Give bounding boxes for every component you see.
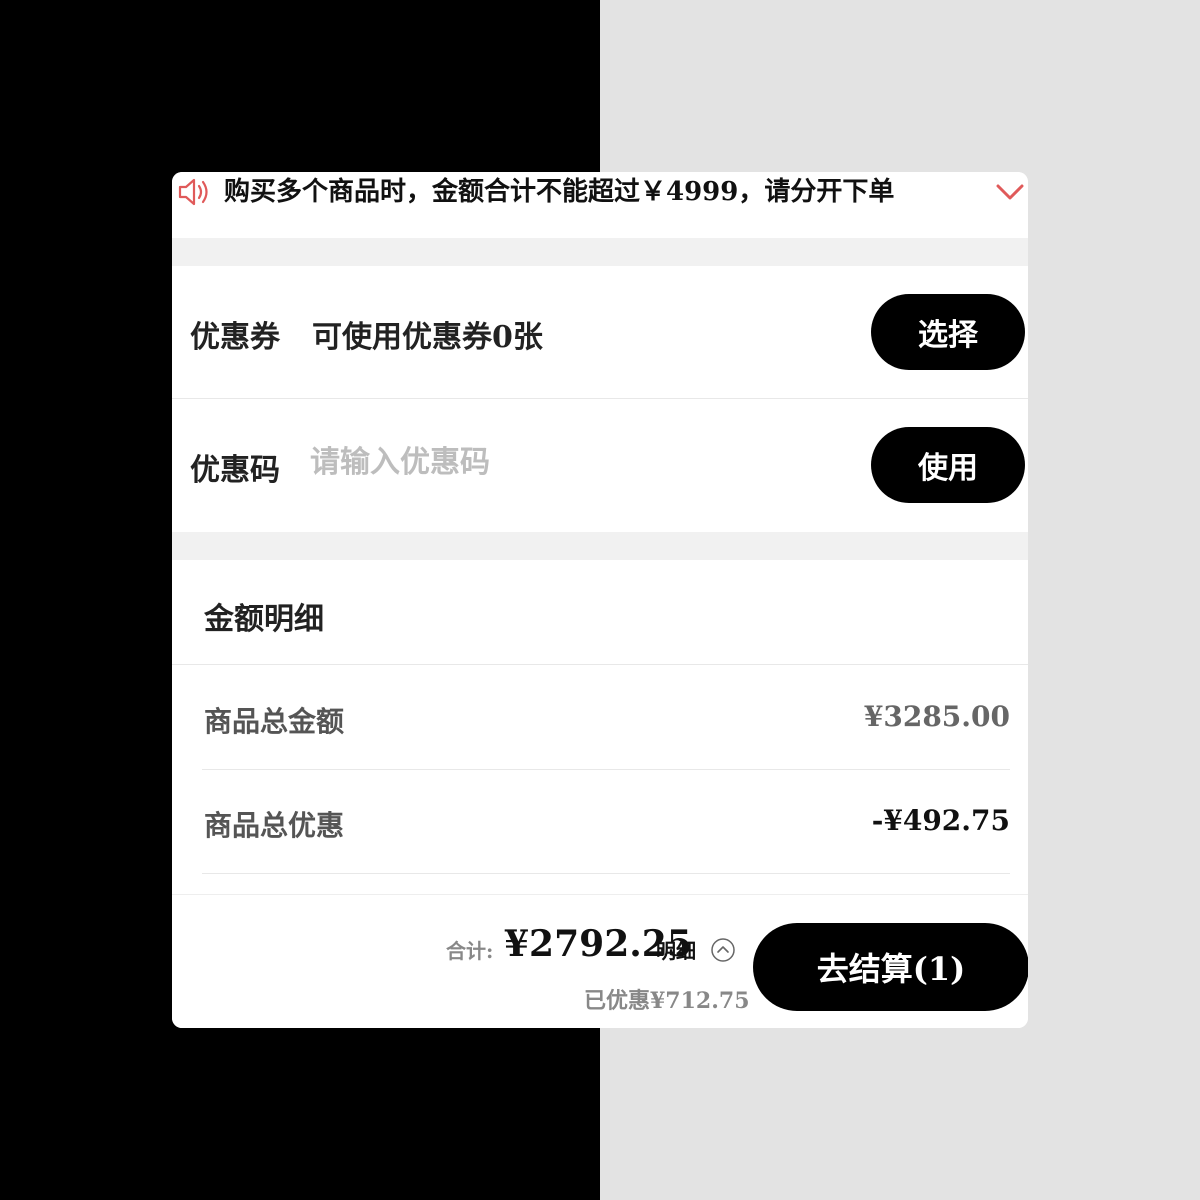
coupon-value: 可使用优惠券0张 [312, 320, 543, 355]
section-gap [172, 238, 1028, 266]
apply-promo-code-button[interactable]: 使用 [871, 427, 1025, 503]
saved-amount: 已优惠¥712.75 [584, 988, 750, 1014]
promo-code-label: 优惠码 [190, 453, 280, 488]
total-label: 合计: [446, 939, 494, 963]
row-divider [202, 873, 1010, 874]
coupon-row: 优惠券 可使用优惠券0张 选择 [172, 266, 1028, 398]
section-divider [172, 664, 1028, 665]
chevron-down-icon[interactable] [994, 178, 1026, 206]
amount-detail-section: 金额明细 商品总金额 ¥3285.00 商品总优惠 -¥492.75 [172, 560, 1028, 894]
select-coupon-button[interactable]: 选择 [871, 294, 1025, 370]
goods-total-label: 商品总金额 [204, 705, 345, 738]
notice-text: 购买多个商品时，金额合计不能超过￥4999，请分开下单 [224, 177, 895, 207]
promo-code-input[interactable] [310, 440, 850, 484]
speaker-icon [178, 178, 208, 206]
chevron-up-icon[interactable] [710, 937, 736, 963]
checkout-button[interactable]: 去结算(1) [753, 923, 1028, 1011]
goods-total-value: ¥3285.00 [863, 700, 1010, 733]
checkout-panel: 购买多个商品时，金额合计不能超过￥4999，请分开下单 优惠券 可使用优惠券0张… [172, 172, 1028, 1028]
checkout-bar: 合计: ¥2792.25 明细 已优惠¥712.75 去结算(1) [172, 894, 1028, 1028]
section-gap [172, 532, 1028, 560]
notice-bar[interactable]: 购买多个商品时，金额合计不能超过￥4999，请分开下单 [172, 172, 1028, 238]
row-divider [202, 769, 1010, 770]
promo-code-row: 优惠码 使用 [172, 399, 1028, 531]
goods-discount-value: -¥492.75 [871, 804, 1010, 837]
detail-toggle[interactable]: 明细 [656, 935, 696, 964]
amount-detail-title: 金额明细 [204, 602, 324, 637]
coupon-label: 优惠券 [190, 320, 280, 355]
goods-discount-label: 商品总优惠 [204, 809, 345, 842]
